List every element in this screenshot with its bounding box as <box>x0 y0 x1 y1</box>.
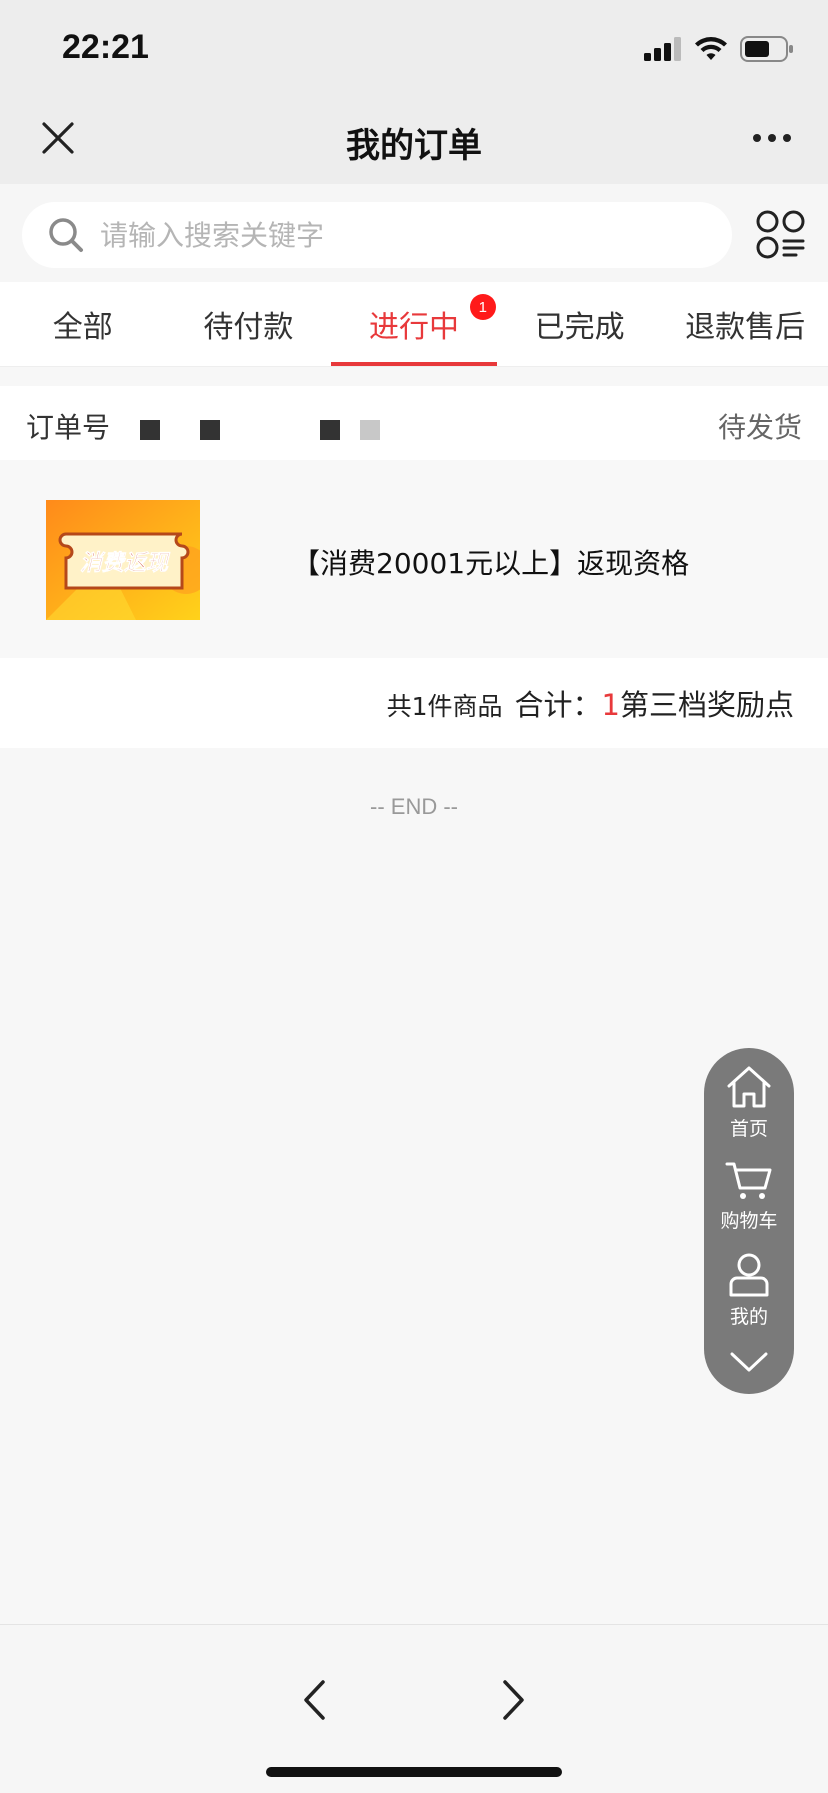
order-tabs: 全部 待付款 进行中 1 已完成 退款售后 <box>0 282 828 367</box>
home-icon <box>727 1066 771 1108</box>
redacted-block <box>360 420 380 440</box>
battery-icon <box>740 36 793 62</box>
more-button[interactable] <box>746 114 798 162</box>
summary-text: 共1件商品 合计： 1 第三档奖励点 <box>387 682 794 724</box>
more-dots-icon <box>753 134 791 142</box>
cart-icon <box>725 1162 772 1199</box>
tab-pending-payment[interactable]: 待付款 <box>166 282 332 366</box>
category-grid-button[interactable] <box>756 210 806 260</box>
profile-icon <box>729 1253 769 1297</box>
search-box[interactable] <box>22 202 732 268</box>
chevron-left-icon <box>304 1680 325 1720</box>
status-time: 22:21 <box>62 28 149 66</box>
search-row <box>0 184 828 282</box>
tab-label: 待付款 <box>203 310 294 345</box>
tab-label: 全部 <box>52 310 113 345</box>
float-cart-button[interactable]: 购物车 <box>704 1160 794 1233</box>
product-name: 【消费20001元以上】返现资格 <box>292 547 690 580</box>
nav-bar: 我的订单 <box>0 96 828 184</box>
forward-button[interactable] <box>484 1665 544 1735</box>
wifi-icon <box>695 37 727 60</box>
bottom-nav-bar <box>0 1624 828 1793</box>
status-bar: 22:21 <box>0 0 828 96</box>
float-home-button[interactable]: 首页 <box>704 1064 794 1141</box>
total-label: 合计： <box>514 688 602 722</box>
total-unit: 第三档奖励点 <box>619 688 794 722</box>
order-summary: 共1件商品 合计： 1 第三档奖励点 <box>0 658 828 748</box>
page-title: 我的订单 <box>346 126 482 166</box>
order-status: 待发货 <box>717 411 802 444</box>
redacted-block <box>320 420 340 440</box>
float-profile-button[interactable]: 我的 <box>704 1252 794 1329</box>
search-icon <box>46 215 86 255</box>
home-indicator[interactable] <box>266 1767 562 1777</box>
redacted-block <box>140 420 160 440</box>
tab-all[interactable]: 全部 <box>0 282 166 366</box>
order-header[interactable]: 订单号 待发货 <box>0 386 828 460</box>
float-label: 我的 <box>729 1306 768 1328</box>
float-label: 购物车 <box>720 1210 778 1232</box>
tab-in-progress[interactable]: 进行中 1 <box>331 282 497 366</box>
chevron-right-icon <box>503 1680 524 1720</box>
tab-label: 已完成 <box>534 310 625 345</box>
thumbnail-text: 消费返现 <box>80 551 171 576</box>
cellular-signal-icon <box>644 37 681 61</box>
tab-badge: 1 <box>469 294 496 320</box>
category-grid-icon <box>756 210 805 259</box>
tab-label: 退款售后 <box>685 310 806 345</box>
back-button[interactable] <box>284 1665 344 1735</box>
order-number-label: 订单号 <box>26 411 111 444</box>
status-icons <box>644 34 794 64</box>
floating-quick-nav: 首页 购物车 我的 <box>704 1048 794 1394</box>
tab-label: 进行中 <box>368 310 459 345</box>
end-marker: -- END -- <box>370 794 458 819</box>
item-count: 共1件商品 <box>386 692 503 721</box>
order-item[interactable]: 消费返现 【消费20001元以上】返现资格 <box>0 460 828 658</box>
tab-completed[interactable]: 已完成 <box>497 282 663 366</box>
float-collapse-button[interactable] <box>704 1350 794 1374</box>
tab-refund-after-sales[interactable]: 退款售后 <box>662 282 828 366</box>
product-thumbnail: 消费返现 <box>46 500 200 620</box>
redacted-block <box>200 420 220 440</box>
total-value: 1 <box>601 688 620 722</box>
chevron-down-icon <box>730 1352 768 1372</box>
float-label: 首页 <box>729 1118 768 1140</box>
search-input[interactable] <box>98 217 702 253</box>
